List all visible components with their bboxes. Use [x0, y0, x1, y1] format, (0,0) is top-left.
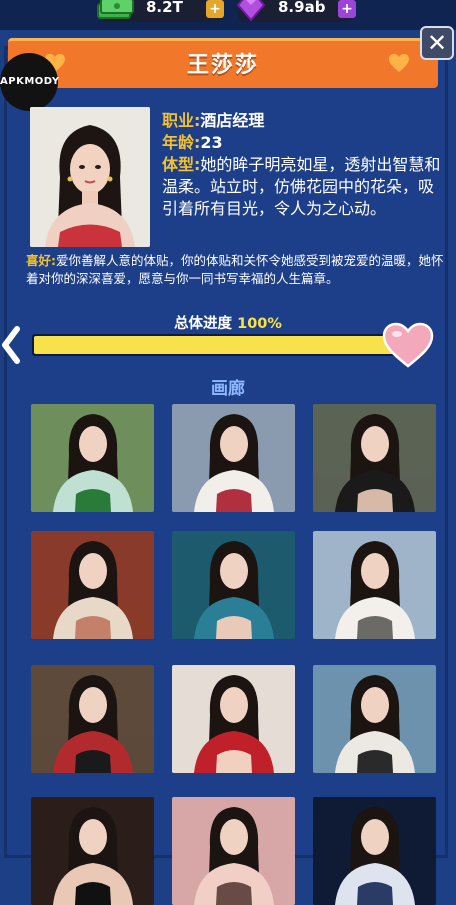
occupation-label: 职业: [162, 111, 201, 130]
progress-fill [34, 336, 410, 354]
heart-icon [382, 322, 434, 368]
gallery-thumbnail[interactable] [172, 665, 295, 773]
add-gems-button[interactable]: + [338, 0, 356, 18]
character-info: 职业:酒店经理 年龄:23 体型:她的眸子明亮如星，透射出智慧和温柔。站立时，仿… [162, 110, 452, 220]
cash-counter: 8.2T + [97, 0, 224, 22]
cash-stack-icon [97, 0, 134, 19]
gallery-thumbnail[interactable] [172, 531, 295, 639]
age-label: 年龄: [162, 133, 201, 152]
gem-value: 8.9ab [278, 0, 326, 16]
progress-percent: 100% [237, 316, 282, 332]
gallery-thumbnail[interactable] [172, 404, 295, 512]
age-row: 年龄:23 [162, 132, 452, 154]
purple-gem-icon [236, 0, 266, 22]
age-value: 23 [200, 133, 223, 152]
character-portrait [30, 107, 150, 247]
figure-label: 体型: [162, 155, 201, 174]
character-name: 王莎莎 [186, 53, 259, 78]
gallery-thumbnail[interactable] [313, 404, 436, 512]
progress-bar [32, 334, 412, 356]
name-banner: 王莎莎 [8, 38, 438, 88]
cash-value: 8.2T [146, 0, 183, 16]
figure-text: 她的眸子明亮如星，透射出智慧和温柔。站立时，仿佛花园中的花朵，吸引着所有目光，令… [162, 155, 441, 218]
occupation-value: 酒店经理 [200, 111, 265, 130]
gallery-thumbnail[interactable] [313, 797, 436, 905]
gallery-thumbnail[interactable] [31, 665, 154, 773]
gem-counter: 8.9ab + [236, 0, 356, 22]
hobby-label: 喜好: [26, 253, 56, 268]
close-button[interactable]: ✕ [420, 26, 454, 60]
gallery-thumbnail[interactable] [313, 531, 436, 639]
hobby-text: 爱你善解人意的体贴，你的体贴和关怀令她感受到被宠爱的温暖，她怀着对你的深深喜爱，… [26, 253, 444, 286]
chevron-left-icon[interactable] [0, 324, 22, 366]
gallery-thumbnail[interactable] [172, 797, 295, 905]
gallery-thumbnail[interactable] [31, 404, 154, 512]
figure-row: 体型:她的眸子明亮如星，透射出智慧和温柔。站立时，仿佛花园中的花朵，吸引着所有目… [162, 154, 442, 220]
gallery-title: 画廊 [211, 379, 245, 399]
top-resource-bar: 8.2T + 8.9ab + [0, 0, 456, 30]
progress-title: 总体进度 [174, 316, 233, 332]
heart-icon [389, 53, 409, 73]
watermark-badge: APKMODY [0, 53, 59, 111]
add-cash-button[interactable]: + [206, 0, 224, 18]
gallery-thumbnail[interactable] [313, 665, 436, 773]
gallery-thumbnail[interactable] [31, 797, 154, 905]
hobby-text-block: 喜好:爱你善解人意的体贴，你的体贴和关怀令她感受到被宠爱的温暖，她怀着对你的深深… [26, 252, 446, 288]
occupation-row: 职业:酒店经理 [162, 110, 452, 132]
gallery-thumbnail[interactable] [31, 531, 154, 639]
